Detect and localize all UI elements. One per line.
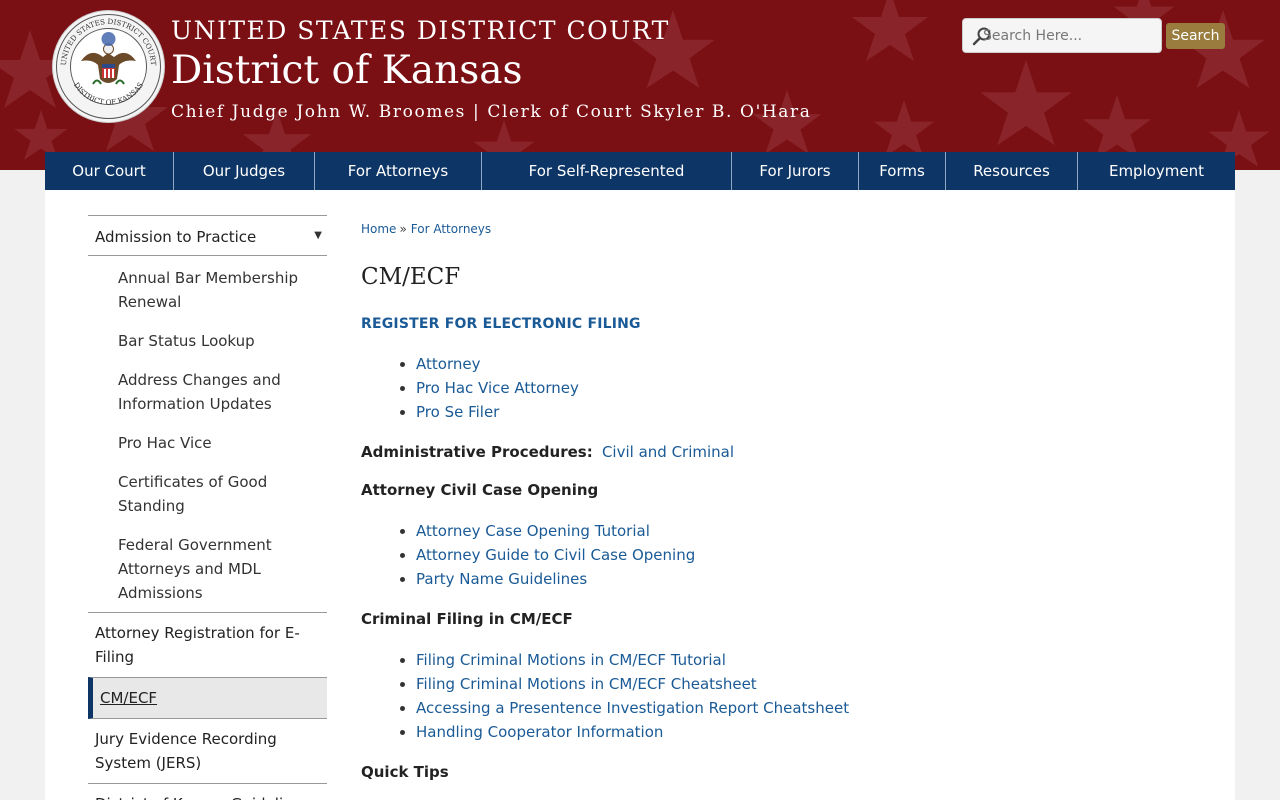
sidebar-subitem-certificates-good-standing[interactable]: Certificates of Good Standing <box>88 465 327 528</box>
nav-resources[interactable]: Resources <box>946 152 1078 190</box>
search-button[interactable]: Search <box>1166 23 1225 49</box>
site-header: UNITED STATES DISTRICT COURT DISTRICT OF… <box>0 0 1280 170</box>
sidebar-item-attorney-registration[interactable]: Attorney Registration for E-Filing <box>88 612 327 677</box>
caret-down-icon[interactable]: ▼ <box>314 230 322 241</box>
nav-forms[interactable]: Forms <box>859 152 946 190</box>
register-electronic-filing-link[interactable]: REGISTER FOR ELECTRONIC FILING <box>361 316 1201 332</box>
civil-and-criminal-link[interactable]: Civil and Criminal <box>602 443 734 461</box>
sidebar-subitem-federal-government-attorneys[interactable]: Federal Government Attorneys and MDL Adm… <box>88 528 327 612</box>
breadcrumb: Home» For Attorneys <box>361 222 1201 242</box>
list-item-link[interactable]: Attorney <box>416 352 1201 376</box>
list-item-link[interactable]: Attorney Case Opening Tutorial <box>416 519 1201 543</box>
sidebar-menu: Admission to Practice ▼ Annual Bar Membe… <box>88 215 327 800</box>
breadcrumb-for-attorneys[interactable]: For Attorneys <box>411 222 491 236</box>
sidebar-item-district-guidelines[interactable]: District of Kansas Guidelines <box>88 783 327 800</box>
criminal-filing-heading: Criminal Filing in CM/ECF <box>361 610 573 628</box>
quick-tips-heading: Quick Tips <box>361 763 449 781</box>
list-item-link[interactable]: Party Name Guidelines <box>416 567 1201 591</box>
breadcrumb-home[interactable]: Home <box>361 222 396 236</box>
nav-employment[interactable]: Employment <box>1078 152 1235 190</box>
sidebar-item-label: CM/ECF <box>100 689 158 707</box>
search-box <box>962 18 1162 53</box>
sidebar-item-admission-to-practice[interactable]: Admission to Practice ▼ <box>88 216 327 256</box>
search-input[interactable] <box>983 24 1153 48</box>
sidebar-subitem-bar-status-lookup[interactable]: Bar Status Lookup <box>88 324 327 363</box>
sidebar-subitem-address-changes[interactable]: Address Changes and Information Updates <box>88 363 327 426</box>
nav-for-jurors[interactable]: For Jurors <box>732 152 859 190</box>
nav-our-judges[interactable]: Our Judges <box>174 152 315 190</box>
list-item-link[interactable]: Attorney Guide to Civil Case Opening <box>416 543 1201 567</box>
sidebar-subitem-annual-bar-renewal[interactable]: Annual Bar Membership Renewal <box>88 256 327 324</box>
judge-clerk-subtitle: Chief Judge John W. Broomes | Clerk of C… <box>171 102 812 122</box>
list-item-link[interactable]: Pro Hac Vice Attorney <box>416 376 1201 400</box>
main-navigation: Our Court Our Judges For Attorneys For S… <box>45 152 1235 190</box>
court-name-heading: UNITED STATES DISTRICT COURT <box>171 16 670 45</box>
district-name-heading[interactable]: District of Kansas <box>171 48 523 93</box>
court-seal-logo[interactable]: UNITED STATES DISTRICT COURT DISTRICT OF… <box>51 9 166 124</box>
nav-for-attorneys[interactable]: For Attorneys <box>315 152 482 190</box>
breadcrumb-separator: » <box>399 222 407 236</box>
sidebar-item-jers[interactable]: Jury Evidence Recording System (JERS) <box>88 719 327 783</box>
criminal-links-list: Filing Criminal Motions in CM/ECF Tutori… <box>416 648 1201 744</box>
list-item-link[interactable]: Filing Criminal Motions in CM/ECF Cheats… <box>416 672 1201 696</box>
administrative-procedures-label: Administrative Procedures: <box>361 443 593 461</box>
sidebar-item-cm-ecf-active[interactable]: CM/ECF <box>88 677 327 719</box>
sidebar-subitem-pro-hac-vice[interactable]: Pro Hac Vice <box>88 426 327 465</box>
sidebar-item-label: Admission to Practice <box>95 228 257 246</box>
civil-links-list: Attorney Case Opening Tutorial Attorney … <box>416 519 1201 591</box>
nav-our-court[interactable]: Our Court <box>45 152 174 190</box>
administrative-procedures-line: Administrative Procedures: Civil and Cri… <box>361 443 1201 461</box>
list-item-link[interactable]: Filing Criminal Motions in CM/ECF Tutori… <box>416 648 1201 672</box>
register-links-list: Attorney Pro Hac Vice Attorney Pro Se Fi… <box>416 352 1201 424</box>
list-item-link[interactable]: Pro Se Filer <box>416 400 1201 424</box>
page-title: CM/ECF <box>361 264 461 290</box>
nav-for-self-represented[interactable]: For Self-Represented <box>482 152 732 190</box>
main-content: Home» For Attorneys CM/ECF REGISTER FOR E… <box>361 222 1201 781</box>
civil-case-opening-heading: Attorney Civil Case Opening <box>361 481 599 499</box>
list-item-link[interactable]: Accessing a Presentence Investigation Re… <box>416 696 1201 720</box>
list-item-link[interactable]: Handling Cooperator Information <box>416 720 1201 744</box>
